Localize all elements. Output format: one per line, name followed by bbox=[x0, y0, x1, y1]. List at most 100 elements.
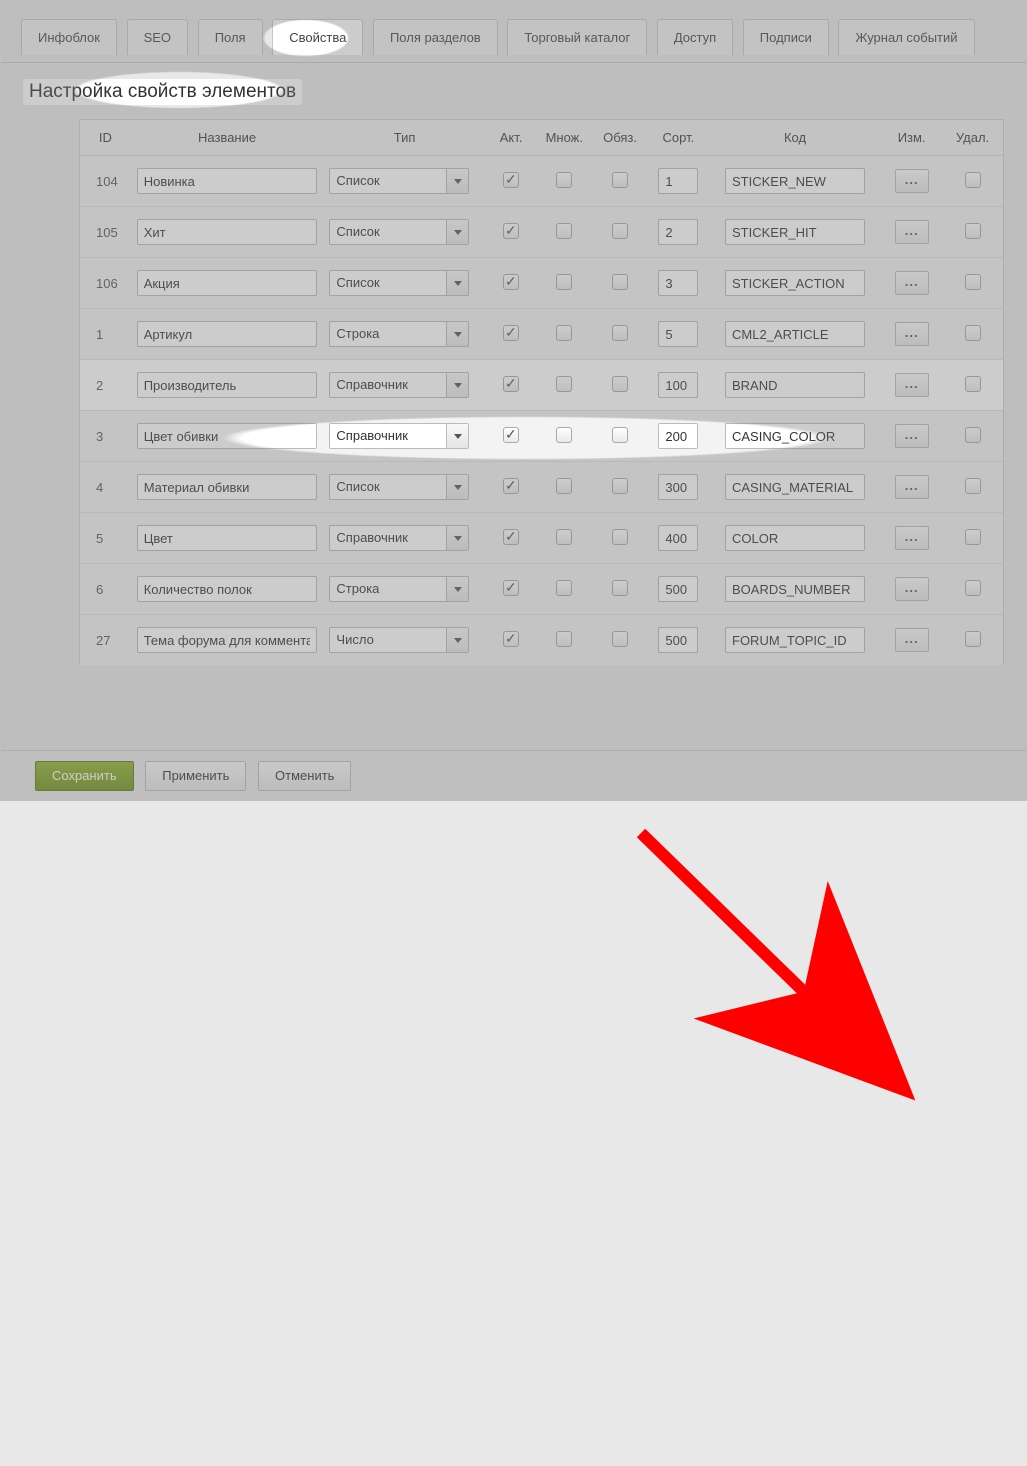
multiple-checkbox[interactable] bbox=[556, 376, 572, 392]
sort-input[interactable] bbox=[658, 474, 698, 500]
name-input[interactable] bbox=[137, 423, 318, 449]
multiple-checkbox[interactable] bbox=[556, 529, 572, 545]
chevron-down-icon[interactable] bbox=[446, 526, 468, 550]
delete-checkbox[interactable] bbox=[965, 529, 981, 545]
type-select[interactable]: Справочник bbox=[329, 372, 469, 398]
edit-button[interactable]: ... bbox=[895, 577, 929, 601]
active-checkbox[interactable] bbox=[503, 274, 519, 290]
sort-input[interactable] bbox=[658, 525, 698, 551]
required-checkbox[interactable] bbox=[612, 172, 628, 188]
code-input[interactable] bbox=[725, 372, 865, 398]
edit-button[interactable]: ... bbox=[895, 169, 929, 193]
chevron-down-icon[interactable] bbox=[446, 169, 468, 193]
chevron-down-icon[interactable] bbox=[446, 475, 468, 499]
code-input[interactable] bbox=[725, 525, 865, 551]
name-input[interactable] bbox=[137, 168, 318, 194]
code-input[interactable] bbox=[725, 270, 865, 296]
active-checkbox[interactable] bbox=[503, 223, 519, 239]
active-checkbox[interactable] bbox=[503, 529, 519, 545]
type-select[interactable]: Строка bbox=[329, 576, 469, 602]
tab-section-fields[interactable]: Поля разделов bbox=[373, 19, 498, 55]
chevron-down-icon[interactable] bbox=[446, 424, 468, 448]
sort-input[interactable] bbox=[658, 168, 698, 194]
edit-button[interactable]: ... bbox=[895, 220, 929, 244]
tab-event-log[interactable]: Журнал событий bbox=[838, 19, 974, 55]
edit-button[interactable]: ... bbox=[895, 526, 929, 550]
sort-input[interactable] bbox=[658, 270, 698, 296]
required-checkbox[interactable] bbox=[612, 376, 628, 392]
edit-button[interactable]: ... bbox=[895, 373, 929, 397]
delete-checkbox[interactable] bbox=[965, 274, 981, 290]
required-checkbox[interactable] bbox=[612, 529, 628, 545]
delete-checkbox[interactable] bbox=[965, 427, 981, 443]
delete-checkbox[interactable] bbox=[965, 172, 981, 188]
code-input[interactable] bbox=[725, 627, 865, 653]
chevron-down-icon[interactable] bbox=[446, 220, 468, 244]
name-input[interactable] bbox=[137, 474, 318, 500]
cancel-button[interactable]: Отменить bbox=[258, 761, 351, 791]
type-select[interactable]: Список bbox=[329, 168, 469, 194]
required-checkbox[interactable] bbox=[612, 478, 628, 494]
delete-checkbox[interactable] bbox=[965, 478, 981, 494]
active-checkbox[interactable] bbox=[503, 580, 519, 596]
chevron-down-icon[interactable] bbox=[446, 373, 468, 397]
edit-button[interactable]: ... bbox=[895, 475, 929, 499]
active-checkbox[interactable] bbox=[503, 376, 519, 392]
type-select[interactable]: Список bbox=[329, 270, 469, 296]
sort-input[interactable] bbox=[658, 423, 698, 449]
multiple-checkbox[interactable] bbox=[556, 478, 572, 494]
tab-infoblock[interactable]: Инфоблок bbox=[21, 19, 117, 55]
sort-input[interactable] bbox=[658, 219, 698, 245]
code-input[interactable] bbox=[725, 474, 865, 500]
tab-catalog[interactable]: Торговый каталог bbox=[507, 19, 647, 55]
name-input[interactable] bbox=[137, 219, 318, 245]
sort-input[interactable] bbox=[658, 372, 698, 398]
delete-checkbox[interactable] bbox=[965, 325, 981, 341]
tab-seo[interactable]: SEO bbox=[127, 19, 188, 55]
multiple-checkbox[interactable] bbox=[556, 427, 572, 443]
required-checkbox[interactable] bbox=[612, 631, 628, 647]
multiple-checkbox[interactable] bbox=[556, 172, 572, 188]
code-input[interactable] bbox=[725, 168, 865, 194]
name-input[interactable] bbox=[137, 627, 318, 653]
type-select[interactable]: Справочник bbox=[329, 525, 469, 551]
multiple-checkbox[interactable] bbox=[556, 580, 572, 596]
required-checkbox[interactable] bbox=[612, 580, 628, 596]
sort-input[interactable] bbox=[658, 627, 698, 653]
required-checkbox[interactable] bbox=[612, 274, 628, 290]
delete-checkbox[interactable] bbox=[965, 376, 981, 392]
multiple-checkbox[interactable] bbox=[556, 274, 572, 290]
active-checkbox[interactable] bbox=[503, 631, 519, 647]
name-input[interactable] bbox=[137, 321, 318, 347]
edit-button[interactable]: ... bbox=[895, 271, 929, 295]
edit-button[interactable]: ... bbox=[895, 322, 929, 346]
active-checkbox[interactable] bbox=[503, 478, 519, 494]
edit-button[interactable]: ... bbox=[895, 628, 929, 652]
chevron-down-icon[interactable] bbox=[446, 271, 468, 295]
name-input[interactable] bbox=[137, 372, 318, 398]
multiple-checkbox[interactable] bbox=[556, 223, 572, 239]
required-checkbox[interactable] bbox=[612, 223, 628, 239]
tab-properties[interactable]: Свойства bbox=[272, 19, 363, 55]
code-input[interactable] bbox=[725, 321, 865, 347]
multiple-checkbox[interactable] bbox=[556, 325, 572, 341]
delete-checkbox[interactable] bbox=[965, 580, 981, 596]
chevron-down-icon[interactable] bbox=[446, 577, 468, 601]
code-input[interactable] bbox=[725, 219, 865, 245]
name-input[interactable] bbox=[137, 525, 318, 551]
type-select[interactable]: Справочник bbox=[329, 423, 469, 449]
tab-access[interactable]: Доступ bbox=[657, 19, 733, 55]
type-select[interactable]: Список bbox=[329, 219, 469, 245]
code-input[interactable] bbox=[725, 576, 865, 602]
apply-button[interactable]: Применить bbox=[145, 761, 246, 791]
required-checkbox[interactable] bbox=[612, 427, 628, 443]
tab-captions[interactable]: Подписи bbox=[743, 19, 829, 55]
sort-input[interactable] bbox=[658, 321, 698, 347]
tab-fields[interactable]: Поля bbox=[198, 19, 263, 55]
name-input[interactable] bbox=[137, 576, 318, 602]
active-checkbox[interactable] bbox=[503, 172, 519, 188]
name-input[interactable] bbox=[137, 270, 318, 296]
edit-button[interactable]: ... bbox=[895, 424, 929, 448]
sort-input[interactable] bbox=[658, 576, 698, 602]
active-checkbox[interactable] bbox=[503, 427, 519, 443]
